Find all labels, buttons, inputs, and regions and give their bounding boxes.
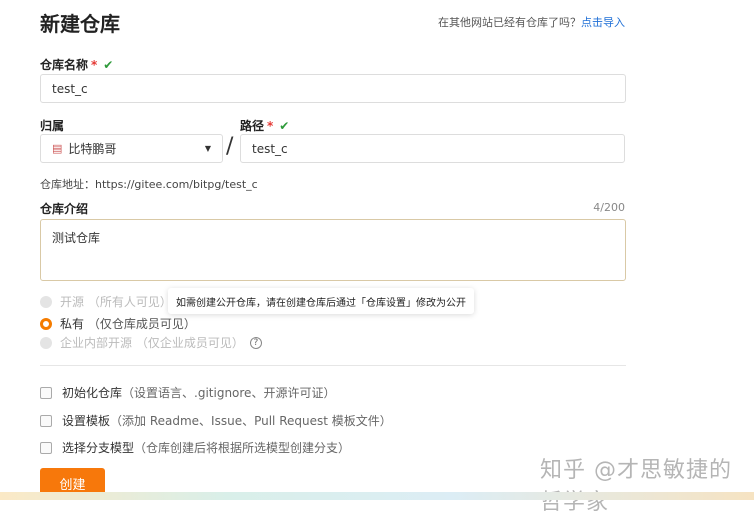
repo-address-label: 仓库地址： bbox=[40, 178, 95, 191]
chevron-down-icon: ▼ bbox=[204, 144, 211, 153]
help-icon[interactable]: ? bbox=[249, 336, 262, 349]
option-template[interactable]: 设置模板 （添加 Readme、Issue、Pull Request 模板文件） bbox=[40, 412, 392, 429]
import-prompt: 在其他网站已经有仓库了吗？点击导入 bbox=[438, 14, 625, 30]
required-mark: * bbox=[91, 58, 98, 72]
check-icon: ✔ bbox=[103, 58, 114, 72]
import-link[interactable]: 点击导入 bbox=[581, 16, 625, 29]
repo-name-input[interactable]: test_c bbox=[40, 74, 626, 103]
option-label: 选择分支模型 bbox=[62, 441, 135, 455]
radio-label: 开源 bbox=[60, 295, 85, 309]
checkbox[interactable] bbox=[40, 386, 52, 399]
radio-private[interactable]: 私有 （仅仓库成员可见） bbox=[40, 315, 196, 332]
repo-name-label: 仓库名称 * ✔ bbox=[40, 56, 113, 73]
required-mark: * bbox=[267, 119, 274, 133]
owner-label: 归属 bbox=[40, 119, 65, 133]
path-label-text: 路径 bbox=[240, 119, 265, 133]
radio-enterprise-internal[interactable]: 企业内部开源 （仅企业成员可见）? bbox=[40, 334, 262, 351]
bottom-strip bbox=[0, 492, 754, 500]
description-counter: 4/200 bbox=[593, 201, 625, 214]
path-label: 路径 * ✔ bbox=[240, 117, 289, 134]
radio-circle bbox=[40, 317, 52, 330]
option-label: 设置模板 bbox=[62, 414, 111, 428]
radio-hint: （仅仓库成员可见） bbox=[87, 317, 196, 331]
owner-value: 比特鹏哥 bbox=[68, 142, 117, 156]
radio-circle bbox=[40, 295, 52, 308]
watermark: 知乎 @才思敏捷的哲学家 bbox=[540, 458, 732, 515]
option-init-repo[interactable]: 初始化仓库 （设置语言、.gitignore、开源许可证） bbox=[40, 384, 335, 401]
page-title: 新建仓库 bbox=[40, 12, 120, 36]
description-textarea[interactable]: 测试仓库 bbox=[40, 219, 626, 281]
import-prompt-text: 在其他网站已经有仓库了吗？ bbox=[438, 16, 581, 29]
checkbox[interactable] bbox=[40, 441, 52, 454]
path-separator: / bbox=[226, 134, 234, 159]
option-hint: （添加 Readme、Issue、Pull Request 模板文件） bbox=[110, 414, 392, 428]
radio-label: 私有 bbox=[60, 317, 85, 331]
description-label: 仓库介绍 bbox=[40, 202, 89, 216]
path-input[interactable]: test_c bbox=[240, 134, 625, 163]
repo-address: 仓库地址：https://gitee.com/bitpg/test_c bbox=[40, 176, 258, 192]
option-hint: （仓库创建后将根据所选模型创建分支） bbox=[134, 441, 351, 455]
divider bbox=[40, 365, 626, 366]
option-label: 初始化仓库 bbox=[62, 386, 123, 400]
radio-circle bbox=[40, 336, 52, 349]
radio-hint: （所有人可见） bbox=[87, 295, 172, 309]
option-branch-model[interactable]: 选择分支模型 （仓库创建后将根据所选模型创建分支） bbox=[40, 439, 350, 456]
repo-name-label-text: 仓库名称 bbox=[40, 58, 89, 72]
check-icon: ✔ bbox=[279, 119, 290, 133]
repo-address-value: https://gitee.com/bitpg/test_c bbox=[95, 178, 258, 191]
checkbox[interactable] bbox=[40, 414, 52, 427]
owner-select[interactable]: ▤ 比特鹏哥 ▼ bbox=[40, 134, 223, 163]
radio-label: 企业内部开源 bbox=[60, 336, 133, 350]
tooltip: 如需创建公开仓库，请在创建仓库后通过「仓库设置」修改为公开 bbox=[168, 288, 474, 314]
owner-avatar-icon: ▤ bbox=[52, 142, 63, 155]
radio-hint: （仅企业成员可见） bbox=[135, 336, 244, 350]
option-hint: （设置语言、.gitignore、开源许可证） bbox=[122, 386, 336, 400]
